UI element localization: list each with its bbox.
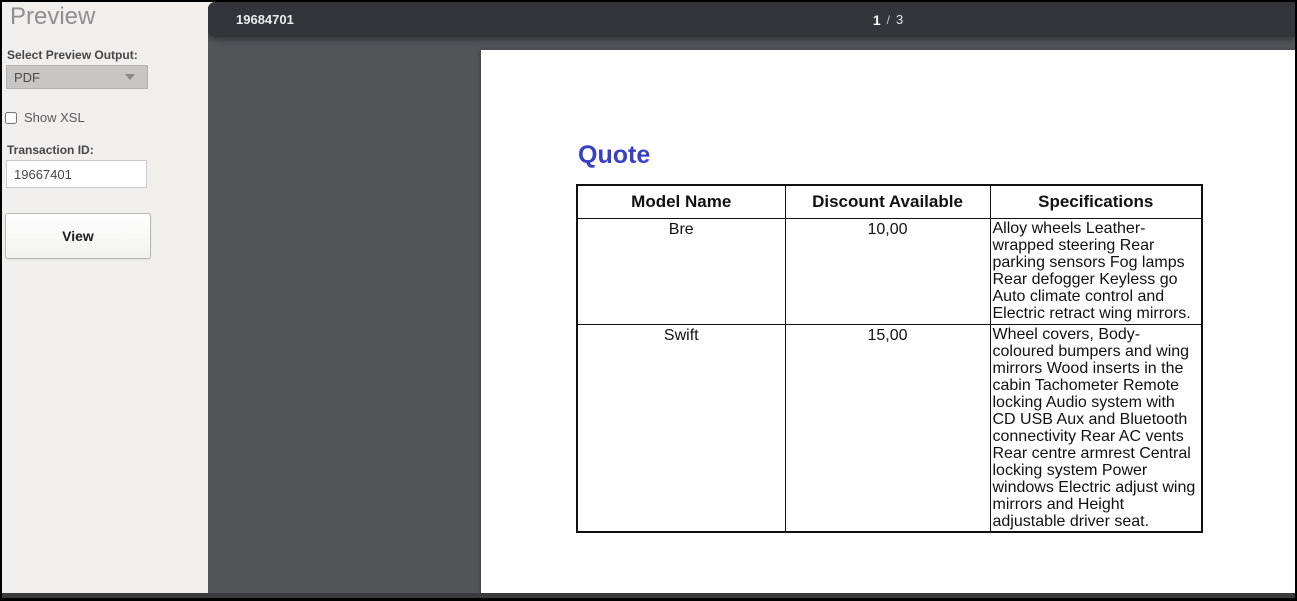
sidebar-title: Preview <box>10 3 96 30</box>
output-format-dropdown[interactable]: PDF <box>6 65 148 89</box>
show-xsl-row: Show XSL <box>5 110 85 125</box>
output-format-value: PDF <box>14 69 40 85</box>
model-cell: Bre <box>576 217 786 325</box>
output-format-label: Select Preview Output: <box>7 48 138 62</box>
viewer-toolbar: 19684701 1 / 3 <box>208 2 1295 37</box>
taskbar-edge <box>2 593 1295 599</box>
specs-cell: Alloy wheels Leather-wrapped steering Re… <box>989 217 1203 325</box>
page-indicator: 1 / 3 <box>848 2 928 37</box>
discount-cell: 15,00 <box>784 323 991 532</box>
column-header-discount: Discount Available <box>784 184 991 219</box>
view-button[interactable]: View <box>5 213 151 259</box>
column-header-specifications: Specifications <box>989 184 1203 219</box>
chevron-down-icon <box>125 74 135 80</box>
column-header-model: Model Name <box>576 184 786 219</box>
app-window: Preview Select Preview Output: PDF Show … <box>0 0 1297 601</box>
quote-heading: Quote <box>578 141 651 169</box>
pdf-scroll-area[interactable]: Quote Model Name Discount Available Spec… <box>208 2 1295 599</box>
show-xsl-checkbox[interactable] <box>5 111 17 124</box>
specs-cell: Wheel covers, Body-coloured bumpers and … <box>989 323 1203 532</box>
pdf-page: Quote Model Name Discount Available Spec… <box>481 50 1295 597</box>
quote-table: Model Name Discount Available Specificat… <box>576 184 1203 533</box>
transaction-id-input[interactable] <box>6 160 147 188</box>
pdf-viewer-pane: Quote Model Name Discount Available Spec… <box>208 2 1295 599</box>
show-xsl-label: Show XSL <box>24 110 85 125</box>
page-current[interactable]: 1 <box>873 12 881 28</box>
page-total: 3 <box>895 12 904 27</box>
table-row: Swift 15,00 Wheel covers, Body-coloured … <box>576 323 1203 532</box>
page-separator: / <box>886 12 890 27</box>
model-cell: Swift <box>576 323 786 532</box>
document-title: 19684701 <box>236 12 294 27</box>
table-row: Bre 10,00 Alloy wheels Leather-wrapped s… <box>576 217 1203 325</box>
preview-sidebar: Preview Select Preview Output: PDF Show … <box>2 2 208 599</box>
table-header-row: Model Name Discount Available Specificat… <box>576 184 1203 219</box>
discount-cell: 10,00 <box>784 217 991 325</box>
transaction-id-label: Transaction ID: <box>7 143 94 157</box>
